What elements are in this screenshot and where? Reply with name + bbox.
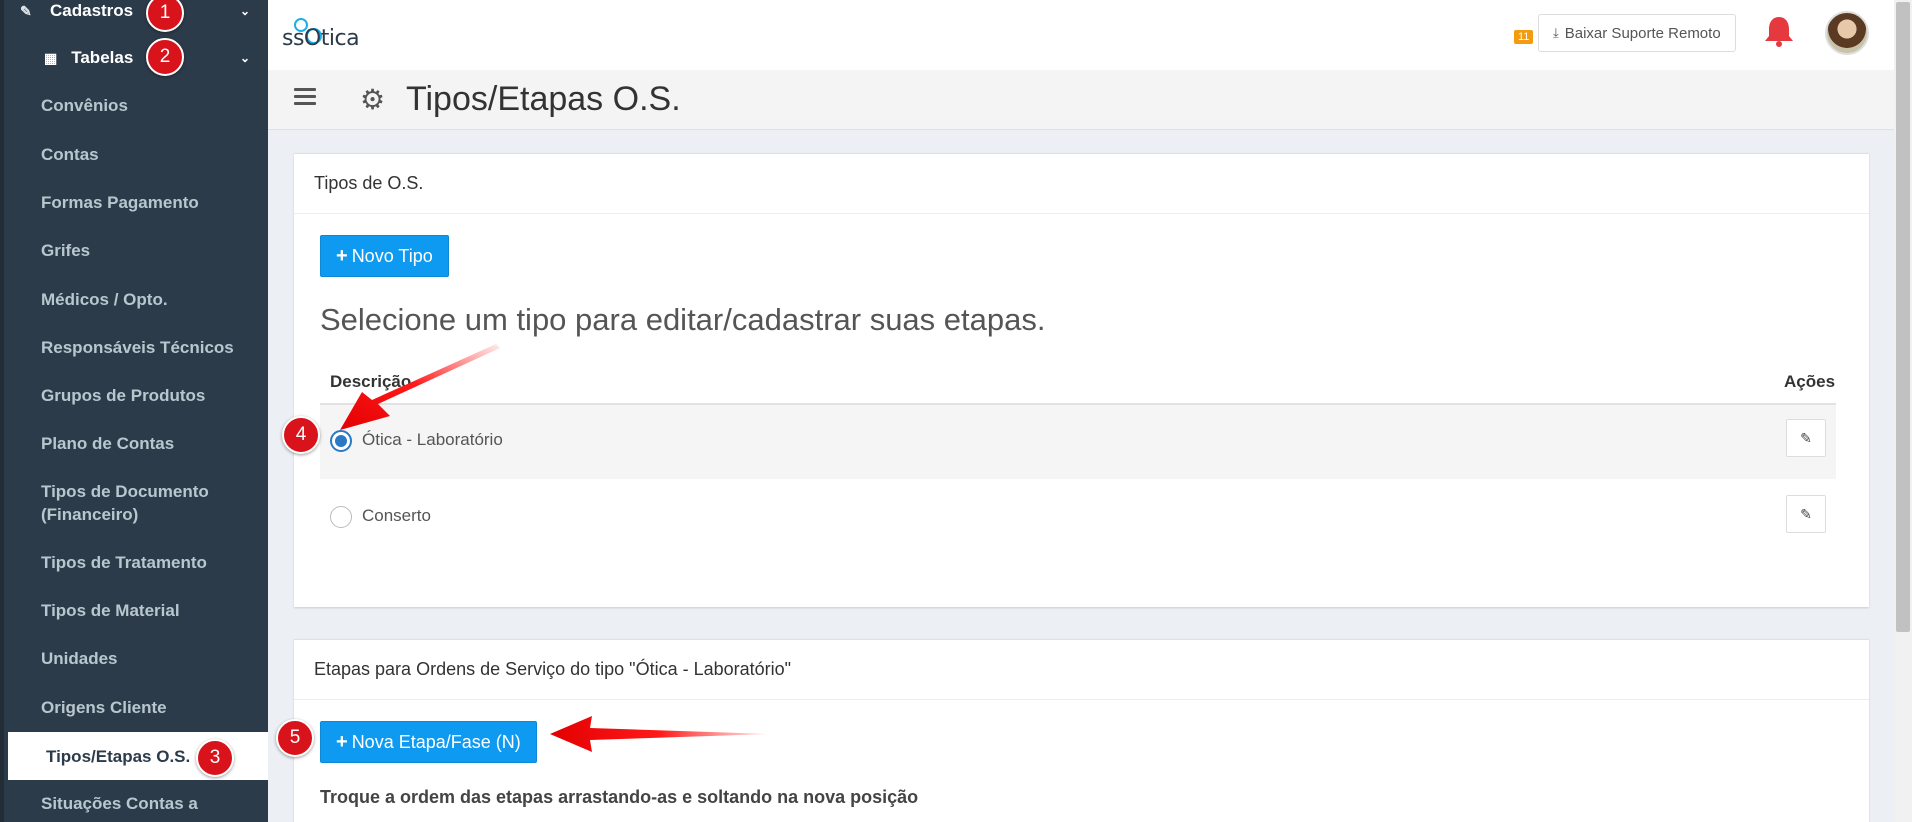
chevron-down-icon: ⌄ (239, 4, 250, 18)
new-type-label: Novo Tipo (351, 245, 433, 266)
sidebar-item-medicos[interactable]: Médicos / Opto. (41, 288, 261, 311)
sidebar-subsection-label: Tabelas (71, 48, 134, 67)
pencil-icon: ✎ (1800, 429, 1812, 446)
sidebar-item-tipos-documento[interactable]: Tipos de Documento (Financeiro) (41, 480, 221, 526)
chevron-down-icon: ⌄ (239, 51, 250, 65)
sidebar-subsection-tabelas[interactable]: ▦ Tabelas ⌄ (0, 40, 268, 76)
sidebar-item-contas[interactable]: Contas (41, 143, 261, 166)
steps-box-title: Etapas para Ordens de Serviço do tipo "Ó… (294, 640, 1869, 700)
annotation-badge-3: 3 (196, 739, 234, 777)
table-row[interactable]: Ótica - Laboratório ✎ (320, 403, 1836, 479)
new-step-label: Nova Etapa/Fase (N) (351, 731, 521, 752)
type-label: Conserto (362, 506, 431, 525)
sidebar-item-situacoes-contas[interactable]: Situações Contas a (41, 792, 261, 815)
edit-button[interactable]: ✎ (1786, 419, 1826, 457)
reorder-hint: Troque a ordem das etapas arrastando-as … (320, 787, 919, 807)
sidebar-item-tipos-tratamento[interactable]: Tipos de Tratamento (41, 551, 261, 574)
annotation-badge-4: 4 (282, 416, 320, 454)
sidebar-item-formas-pagamento[interactable]: Formas Pagamento (41, 191, 261, 214)
sidebar-item-origens-cliente[interactable]: Origens Cliente (41, 696, 261, 719)
table-icon: ▦ (44, 49, 58, 66)
new-step-button[interactable]: + Nova Etapa/Fase (N) (320, 721, 537, 763)
sidebar-item-plano-contas[interactable]: Plano de Contas (41, 432, 261, 455)
column-header-description: Descrição (330, 372, 412, 391)
scrollbar-thumb[interactable] (1896, 2, 1910, 632)
sidebar-item-responsaveis-tecnicos[interactable]: Responsáveis Técnicos (41, 336, 261, 359)
notification-count-badge: 11 (1514, 30, 1534, 44)
types-box-title: Tipos de O.S. (294, 154, 1869, 214)
sidebar-item-grupos-produtos[interactable]: Grupos de Produtos (41, 384, 261, 407)
sidebar-section-label: Cadastros (50, 1, 134, 20)
plus-icon: + (336, 730, 348, 753)
radio-button[interactable] (330, 506, 352, 528)
annotation-badge-5: 5 (276, 719, 314, 757)
page-header: ⚙ Tipos/Etapas O.S. (268, 70, 1894, 130)
radio-button[interactable] (330, 430, 352, 452)
edit-button[interactable]: ✎ (1786, 495, 1826, 533)
annotation-badge-2: 2 (146, 38, 184, 76)
column-header-actions: Ações (1784, 372, 1836, 391)
sidebar-item-label: Tipos/Etapas O.S. (46, 746, 191, 766)
steps-box: Etapas para Ordens de Serviço do tipo "Ó… (294, 639, 1869, 822)
sidebar-item-tipos-material[interactable]: Tipos de Material (41, 599, 261, 622)
download-remote-support-button[interactable]: ⤓ Baixar Suporte Remoto (1538, 14, 1736, 52)
logo-text: ssOtica (282, 26, 360, 51)
pencil-icon: ✎ (1800, 505, 1812, 522)
sidebar-item-convenios[interactable]: Convênios (41, 94, 261, 117)
gears-icon: ⚙ (360, 84, 386, 115)
table-row[interactable]: Conserto ✎ (320, 481, 1836, 557)
edit-icon: ✎ (20, 2, 32, 19)
menu-toggle-icon[interactable] (294, 88, 316, 106)
sidebar-item-unidades[interactable]: Unidades (41, 647, 261, 670)
types-box: Tipos de O.S. + Novo Tipo Selecione um t… (294, 153, 1869, 607)
select-type-hint: Selecione um tipo para editar/cadastrar … (320, 302, 1046, 337)
download-remote-support-label: Baixar Suporte Remoto (1564, 24, 1721, 42)
bell-icon[interactable] (1762, 14, 1796, 48)
sidebar-item-grifes[interactable]: Grifes (41, 239, 261, 262)
avatar[interactable] (1825, 11, 1869, 55)
sidebar: ✎ Cadastros ⌄ ▦ Tabelas ⌄ Convênios Cont… (0, 0, 268, 822)
new-type-button[interactable]: + Novo Tipo (320, 235, 449, 277)
sidebar-accent (0, 0, 4, 822)
sidebar-section-cadastros[interactable]: ✎ Cadastros ⌄ (0, 0, 268, 28)
type-label: Ótica - Laboratório (362, 430, 503, 449)
download-icon: ⤓ (1553, 25, 1559, 40)
top-header: ssOtica ⤓ Baixar Suporte Remoto 11 (268, 0, 1894, 70)
plus-icon: + (336, 244, 348, 267)
page-title: Tipos/Etapas O.S. (406, 80, 681, 118)
